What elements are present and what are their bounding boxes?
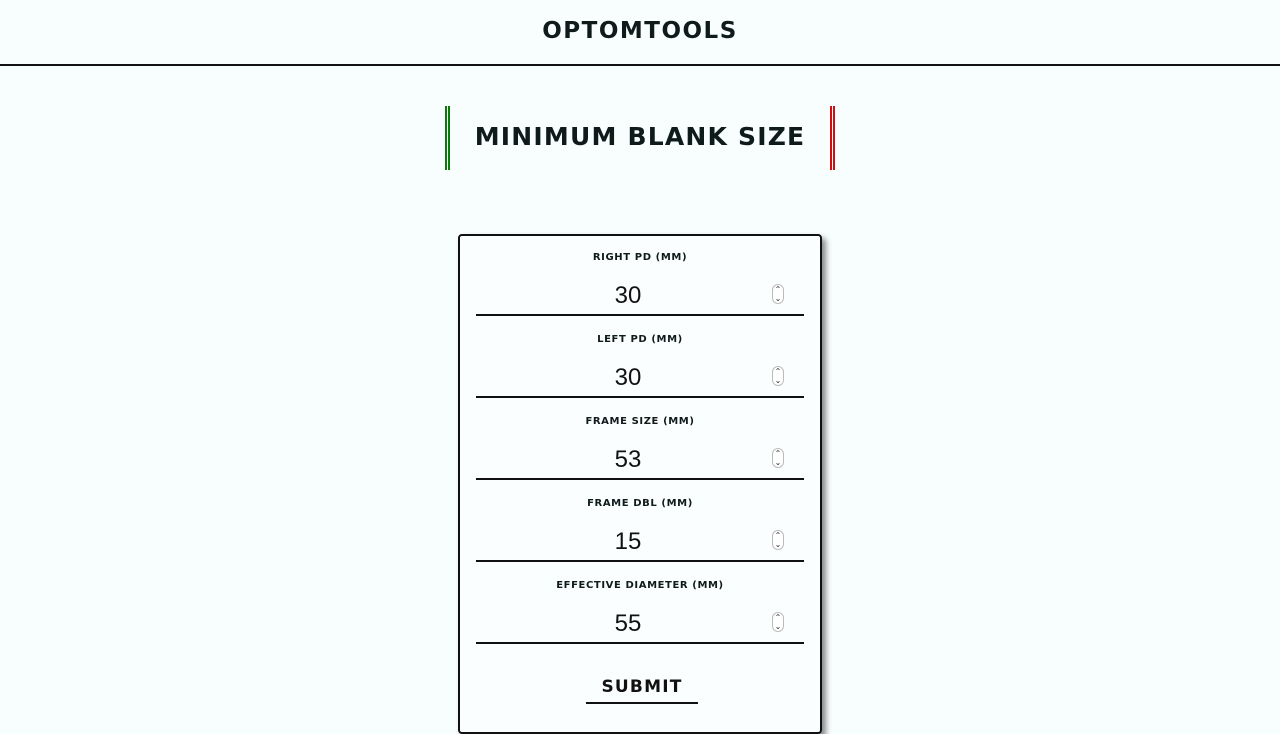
left-pd-label: LEFT PD (MM) [597,334,683,345]
frame-dbl-field: FRAME DBL (MM) ⌃⌄ [476,482,804,564]
right-pd-input[interactable] [476,278,804,316]
effective-diameter-input[interactable] [476,606,804,644]
chevron-down-icon[interactable]: ⌄ [773,458,783,467]
chevron-up-icon[interactable]: ⌃ [773,531,783,540]
submit-button[interactable]: SUBMIT [586,672,698,704]
page-title: MINIMUM BLANK SIZE [474,122,806,151]
effective-diameter-label: EFFECTIVE DIAMETER (MM) [556,580,724,591]
chevron-down-icon[interactable]: ⌄ [773,376,783,385]
top-bar: OPTOMTOOLS [0,0,1280,66]
frame-dbl-label: FRAME DBL (MM) [587,498,693,509]
frame-size-field: FRAME SIZE (MM) ⌃⌄ [476,400,804,482]
chevron-down-icon[interactable]: ⌄ [773,622,783,631]
page-heading: MINIMUM BLANK SIZE [445,106,835,170]
brand-link[interactable]: OPTOMTOOLS [542,18,738,44]
effective-diameter-field: EFFECTIVE DIAMETER (MM) ⌃⌄ [476,564,804,646]
frame-dbl-input[interactable] [476,524,804,562]
effective-diameter-stepper[interactable]: ⌃ ⌄ [772,612,784,632]
frame-size-label: FRAME SIZE (MM) [585,416,695,427]
chevron-up-icon[interactable]: ⌃ [773,367,783,376]
left-pd-input[interactable] [476,360,804,398]
frame-dbl-stepper[interactable]: ⌃ ⌄ [772,530,784,550]
right-pd-field: RIGHT PD (MM) ⌃⌄ [476,236,804,318]
left-pd-field: LEFT PD (MM) ⌃⌄ [476,318,804,400]
chevron-up-icon[interactable]: ⌃ [773,449,783,458]
right-pd-stepper[interactable]: ⌃ ⌄ [772,284,784,304]
left-pd-stepper[interactable]: ⌃ ⌄ [772,366,784,386]
frame-size-input[interactable] [476,442,804,480]
blank-size-form: RIGHT PD (MM) ⌃⌄ LEFT PD (MM) ⌃⌄ FRAME S… [458,234,822,734]
chevron-up-icon[interactable]: ⌃ [773,285,783,294]
chevron-down-icon[interactable]: ⌄ [773,540,783,549]
chevron-up-icon[interactable]: ⌃ [773,613,783,622]
right-pd-label: RIGHT PD (MM) [592,252,688,263]
frame-size-stepper[interactable]: ⌃ ⌄ [772,448,784,468]
chevron-down-icon[interactable]: ⌄ [773,294,783,303]
heading-accent-right [830,106,835,170]
